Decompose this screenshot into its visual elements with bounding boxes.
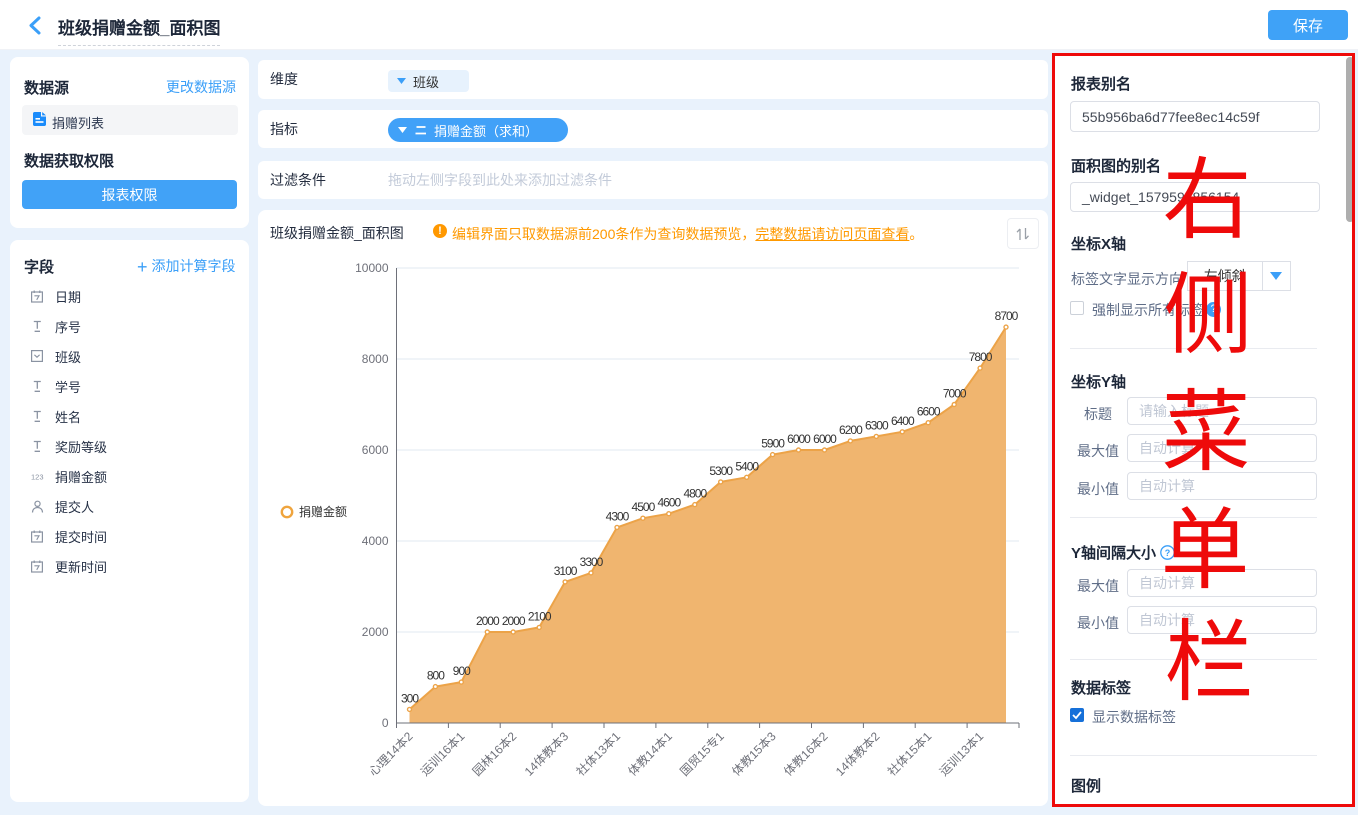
svg-text:园林16本2: 园林16本2 xyxy=(470,729,520,779)
svg-text:123: 123 xyxy=(31,472,44,481)
svg-text:8000: 8000 xyxy=(362,352,389,366)
svg-text:心理14本2: 心理14本2 xyxy=(366,729,416,779)
svg-text:国贸15专1: 国贸15专1 xyxy=(677,728,727,778)
svg-text:社体15本1: 社体15本1 xyxy=(884,728,934,778)
svg-text:4600: 4600 xyxy=(657,496,681,510)
svg-text:4000: 4000 xyxy=(362,534,389,548)
svg-text:4800: 4800 xyxy=(683,487,707,501)
svg-text:10000: 10000 xyxy=(355,261,389,275)
svg-text:体教16本2: 体教16本2 xyxy=(780,728,830,778)
svg-text:2100: 2100 xyxy=(528,609,552,623)
svg-text:4300: 4300 xyxy=(606,509,630,523)
svg-text:4500: 4500 xyxy=(632,500,656,514)
svg-text:6200: 6200 xyxy=(839,423,863,437)
svg-text:体教15本3: 体教15本3 xyxy=(728,728,778,778)
svg-text:300: 300 xyxy=(401,691,419,705)
svg-text:6000: 6000 xyxy=(787,432,811,446)
svg-text:社体13本1: 社体13本1 xyxy=(573,728,623,778)
svg-text:6400: 6400 xyxy=(891,414,915,428)
svg-text:8700: 8700 xyxy=(995,309,1019,323)
svg-text:14体教本3: 14体教本3 xyxy=(521,728,571,778)
svg-text:捐赠金额: 捐赠金额 xyxy=(299,504,347,519)
svg-text:6300: 6300 xyxy=(865,418,889,432)
svg-text:运训13本1: 运训13本1 xyxy=(937,729,987,779)
svg-text:5300: 5300 xyxy=(709,464,733,478)
svg-text:14体教本2: 14体教本2 xyxy=(832,728,882,778)
svg-text:运训16本1: 运训16本1 xyxy=(418,729,468,779)
svg-text:2000: 2000 xyxy=(502,614,526,628)
svg-text:5400: 5400 xyxy=(735,459,759,473)
svg-text:6600: 6600 xyxy=(917,405,941,419)
svg-text:2000: 2000 xyxy=(362,625,389,639)
svg-text:体教14本1: 体教14本1 xyxy=(625,728,675,778)
svg-text:2000: 2000 xyxy=(476,614,500,628)
svg-text:7800: 7800 xyxy=(969,350,993,364)
svg-text:5900: 5900 xyxy=(761,437,785,451)
svg-text:6000: 6000 xyxy=(813,432,837,446)
svg-text:900: 900 xyxy=(453,664,471,678)
svg-text:0: 0 xyxy=(382,716,389,730)
svg-text:7000: 7000 xyxy=(943,387,967,401)
svg-text:6000: 6000 xyxy=(362,443,389,457)
svg-text:800: 800 xyxy=(427,669,445,683)
svg-text:3300: 3300 xyxy=(580,555,604,569)
svg-text:3100: 3100 xyxy=(554,564,578,578)
